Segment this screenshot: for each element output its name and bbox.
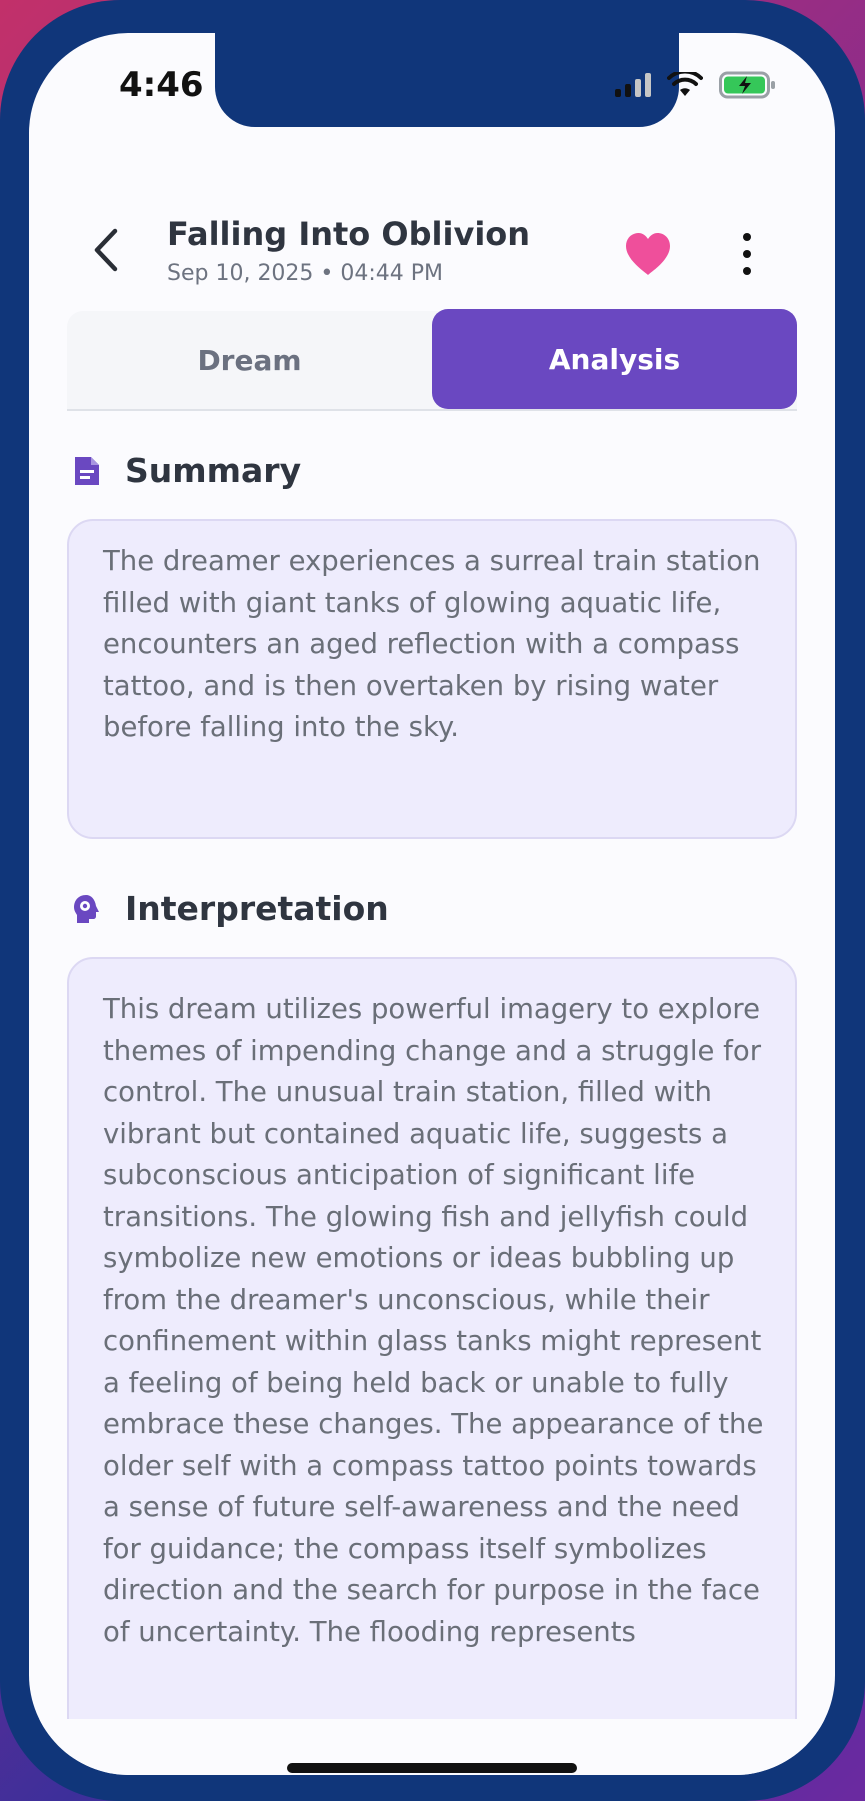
summary-card: The dreamer experiences a surreal train … — [67, 519, 797, 839]
device-notch — [215, 33, 679, 127]
psychology-head-icon — [74, 894, 99, 923]
view-tabs: Dream Analysis — [67, 309, 797, 411]
app-screen: 4:46 Falling Into Oblivion Sep 10, 2025 … — [29, 33, 835, 1775]
screen-header: Falling Into Oblivion Sep 10, 2025 • 04:… — [29, 183, 835, 303]
dream-date: Sep 10, 2025 • 04:44 PM — [167, 261, 444, 286]
interpretation-text: This dream utilizes powerful imagery to … — [103, 993, 764, 1648]
more-options-button[interactable] — [735, 233, 759, 275]
summary-heading: Summary — [67, 451, 301, 490]
status-icons — [615, 71, 777, 99]
document-icon — [75, 456, 99, 485]
interpretation-heading: Interpretation — [67, 889, 389, 928]
wifi-icon — [667, 72, 703, 96]
chevron-left-icon — [94, 228, 118, 272]
back-button[interactable] — [85, 225, 125, 275]
dream-title: Falling Into Oblivion — [167, 215, 531, 253]
tab-analysis[interactable]: Analysis — [432, 309, 797, 409]
tab-dream[interactable]: Dream — [67, 311, 432, 409]
status-time: 4:46 — [119, 65, 204, 105]
more-dot-icon — [743, 267, 751, 275]
interpretation-card[interactable]: This dream utilizes powerful imagery to … — [67, 957, 797, 1757]
more-dot-icon — [743, 250, 751, 258]
heart-icon — [626, 233, 670, 275]
summary-heading-label: Summary — [125, 451, 302, 490]
favorite-button[interactable] — [623, 231, 673, 277]
battery-charging-icon — [719, 71, 775, 99]
summary-text: The dreamer experiences a surreal train … — [103, 545, 761, 743]
cellular-signal-icon — [615, 73, 651, 97]
more-dot-icon — [743, 233, 751, 241]
home-indicator[interactable] — [287, 1763, 577, 1773]
interpretation-heading-label: Interpretation — [125, 889, 389, 928]
